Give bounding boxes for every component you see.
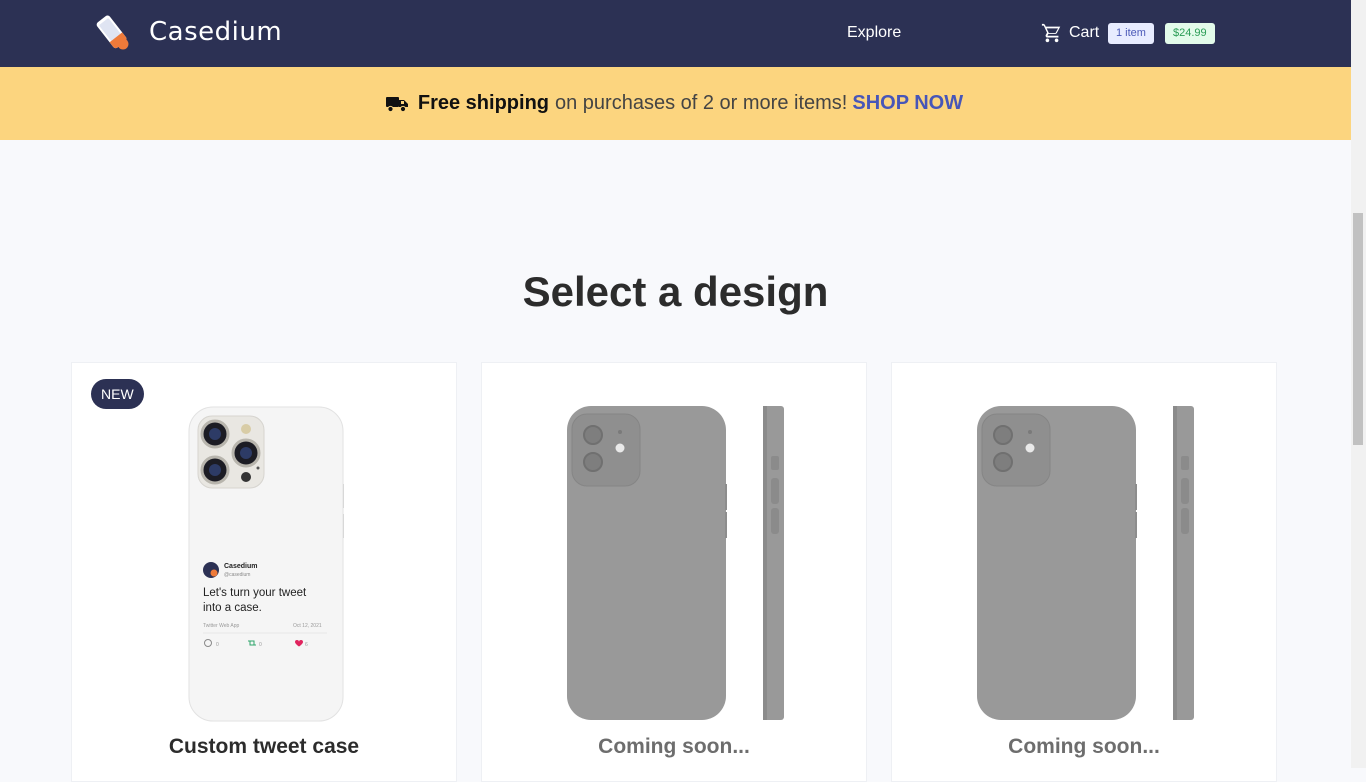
cart-total-badge: $24.99: [1165, 23, 1215, 44]
tweet-handle: @casedium: [224, 572, 250, 578]
tweet-date: Oct 12, 2021: [293, 623, 322, 629]
card-title: Coming soon...: [598, 735, 750, 758]
nav-explore-link[interactable]: Explore: [847, 24, 901, 42]
card-title: Coming soon...: [1008, 735, 1160, 758]
tweet-author: Casedium: [224, 563, 257, 570]
cart-link[interactable]: Cart: [1041, 21, 1099, 45]
tweet-source: Twitter Web App: [203, 623, 240, 629]
top-header: Casedium Explore Cart 1 item $24.99: [0, 0, 1351, 67]
truck-icon: [385, 96, 408, 112]
shop-now-link[interactable]: SHOP NOW: [852, 92, 963, 115]
new-badge: NEW: [91, 379, 144, 409]
tweet-likes: 6: [305, 642, 308, 648]
tweet-text-line1: Let's turn your tweet: [203, 587, 307, 599]
tweet-text-line2: into a case.: [203, 602, 262, 614]
page-title: Select a design: [522, 268, 829, 315]
tweet-replies: 0: [216, 642, 219, 648]
cart-items-badge: 1 item: [1108, 23, 1154, 44]
cart-icon: [1041, 23, 1061, 43]
phone-placeholder-image: [977, 406, 1199, 722]
phone-placeholder-image: [567, 406, 789, 722]
casedium-logo-icon[interactable]: [93, 12, 133, 52]
tweet-retweets: 0: [259, 642, 262, 648]
scrollbar-thumb[interactable]: [1353, 213, 1363, 445]
brand-name[interactable]: Casedium: [149, 17, 282, 47]
cart-label: Cart: [1069, 24, 1100, 41]
promo-banner: Free shipping on purchases of 2 or more …: [0, 67, 1351, 140]
card-title: Custom tweet case: [168, 735, 360, 758]
promo-highlight: Free shipping: [417, 92, 549, 114]
design-card-coming-soon[interactable]: Coming soon...: [891, 362, 1277, 782]
promo-text: on purchases of 2 or more items!: [555, 92, 848, 114]
design-card-tweet[interactable]: NEW Casedium @casedium Let's turn your t…: [71, 362, 457, 782]
design-card-coming-soon[interactable]: Coming soon...: [481, 362, 867, 782]
tweet-case-image: Casedium @casedium Let's turn your tweet…: [188, 406, 344, 722]
